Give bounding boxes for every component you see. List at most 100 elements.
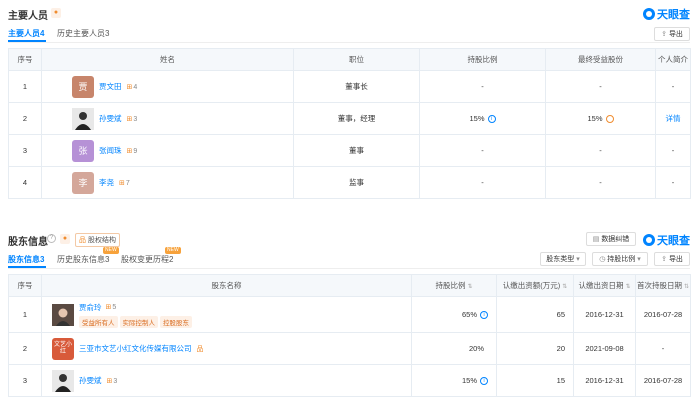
sort-icon: ⇅ (467, 284, 473, 290)
company-count: 7 (125, 179, 130, 187)
structure-icon[interactable]: 品 (197, 344, 204, 354)
ratio: 20% (411, 332, 497, 365)
row-index: 2 (8, 332, 42, 365)
export-button[interactable]: ⇪ 导出 (654, 252, 690, 266)
table-header-row: 序号 姓名 职位 持股比例 最终受益股份 个人简介 (8, 48, 691, 71)
company-count-tag[interactable]: ⊞5 (106, 303, 117, 311)
company-count-tag[interactable]: ⊞7 (119, 179, 130, 187)
structure-label: 股权结构 (87, 237, 116, 244)
company-count-icon: ⊞ (126, 83, 133, 91)
table-row: 3 张 张闻珠 ⊞9 董事 - - - (8, 134, 691, 167)
logo-text: 天眼查 (657, 235, 690, 247)
export-button[interactable]: ⇪ 导出 (654, 27, 690, 41)
tab-history-shareholders[interactable]: 历史股东信息3 (57, 254, 109, 265)
benefit-chain-icon[interactable] (605, 115, 614, 123)
export-label: 导出 (668, 31, 683, 38)
company-count-tag[interactable]: ⊞9 (127, 147, 138, 155)
person-name-link[interactable]: 贾文田 (99, 81, 122, 92)
sort-icon: ⇅ (562, 284, 568, 290)
tag-beneficiary[interactable]: 受益所有人 (79, 315, 118, 328)
row-index: 4 (8, 166, 42, 199)
tab-label: 主要人员 (8, 29, 40, 38)
first-hold-date: 2016-07-28 (635, 296, 691, 333)
company-count-icon: ⊞ (105, 304, 112, 311)
person-name-link[interactable]: 孙雯斌 (99, 113, 122, 124)
sort-icon: ⇅ (683, 284, 690, 290)
tab-count: 2 (169, 255, 174, 264)
col-first-date-label: 首次持股日期 (636, 281, 682, 290)
data-error-button[interactable]: ▤ 数据纠错 (586, 232, 636, 246)
company-count-icon: ⊞ (126, 115, 133, 123)
avatar[interactable] (52, 303, 74, 326)
col-amount[interactable]: 认缴出资额(万元) ⇅ (496, 274, 574, 297)
col-first-date[interactable]: 首次持股日期 ⇅ (635, 274, 691, 297)
intro: - (655, 166, 691, 199)
avatar[interactable] (72, 107, 94, 130)
ratio: - (419, 166, 546, 199)
col-position: 职位 (293, 48, 420, 71)
ratio-detail-icon[interactable]: i (480, 377, 488, 385)
table-row: 1 贾俞玲 ⊞5 受益所有人 实际控制人 控股股东 65% i 65 2016-… (8, 296, 691, 333)
person-name-link[interactable]: 张闻珠 (99, 145, 122, 156)
row-index: 3 (8, 134, 42, 167)
bell-icon[interactable]: ● (60, 234, 70, 244)
col-index: 序号 (8, 48, 42, 71)
table-row: 3 孙雯斌 ⊞3 15% i 15 2016-12-31 2016-07-28 (8, 364, 691, 397)
logo-text: 天眼查 (657, 9, 690, 21)
tab-main-people[interactable]: 主要人员4 (8, 28, 44, 39)
table-row: 2 文艺小红 三亚市文艺小红文化传媒有限公司 品 20% 20 2021-09-… (8, 332, 691, 365)
tab-shareholders[interactable]: 股东信息3 (8, 254, 44, 265)
ratio-filter-dropdown[interactable]: ◷ 持股比例 ▾ (592, 252, 648, 266)
col-ratio: 持股比例 (419, 48, 546, 71)
shareholder-name-link[interactable]: 贾俞玲 (79, 302, 102, 313)
ratio: 65% (461, 309, 477, 319)
tab-equity-history[interactable]: 股权变更历程2 (121, 254, 173, 265)
col-date[interactable]: 认缴出资日期 ⇅ (573, 274, 636, 297)
col-ratio[interactable]: 持股比例 ⇅ (411, 274, 497, 297)
intro: - (655, 134, 691, 167)
tab-label: 股权变更历程 (121, 255, 169, 264)
main-people-table: 序号 姓名 职位 持股比例 最终受益股份 个人简介 1 贾 贾文田 ⊞4 董事长… (8, 48, 691, 199)
tianyancha-logo: 天眼查 (643, 6, 690, 22)
intro-detail-link[interactable]: 详情 (666, 114, 681, 123)
help-icon[interactable]: ? (47, 234, 56, 243)
section-title-main-people: 主要人员 (8, 11, 48, 22)
ratio-detail-icon[interactable]: i (487, 115, 496, 123)
row-index: 1 (8, 296, 42, 333)
shareholder-name-link[interactable]: 三亚市文艺小红文化传媒有限公司 (79, 343, 192, 354)
first-hold-date: - (635, 332, 691, 365)
equity-structure-button[interactable]: 品 股权结构 (75, 233, 120, 247)
avatar[interactable]: 贾 (72, 75, 94, 98)
row-index: 2 (8, 102, 42, 135)
company-count-tag[interactable]: ⊞4 (127, 83, 138, 91)
tab-label: 历史主要人员 (57, 29, 105, 38)
company-count-tag[interactable]: ⊞3 (107, 377, 118, 385)
avatar[interactable] (52, 369, 74, 392)
shareholder-name-link[interactable]: 孙雯斌 (79, 375, 102, 386)
shareholders-table: 序号 股东名称 持股比例 ⇅ 认缴出资额(万元) ⇅ 认缴出资日期 ⇅ 首次持股日期 ⇅… (8, 274, 691, 397)
tag-actual-controller[interactable]: 实际控制人 (119, 315, 158, 328)
ratio-detail-icon[interactable]: i (480, 311, 488, 319)
person-name-link[interactable]: 李尧 (99, 177, 114, 188)
shareholder-type-dropdown[interactable]: 股东类型 ▾ (540, 252, 586, 266)
avatar[interactable]: 张 (72, 139, 94, 162)
tab-history-people[interactable]: 历史主要人员3 (57, 28, 109, 39)
shareholder-type-label: 股东类型 (546, 256, 575, 263)
divider (8, 42, 690, 43)
sort-icon: ⇅ (625, 284, 631, 290)
company-count-tag[interactable]: ⊞3 (127, 115, 138, 123)
company-logo[interactable]: 文艺小红 (52, 337, 74, 360)
col-benefit: 最终受益股份 (545, 48, 656, 71)
avatar[interactable]: 李 (72, 171, 94, 194)
bell-icon[interactable]: ● (51, 8, 61, 18)
col-name: 姓名 (41, 48, 294, 71)
benefit: 15% (587, 113, 603, 123)
tab-count: 3 (40, 255, 45, 264)
company-count-icon: ⊞ (119, 179, 125, 187)
col-index: 序号 (8, 274, 42, 297)
export-label: 导出 (668, 256, 683, 263)
amount: 20 (496, 332, 574, 365)
row-index: 3 (8, 364, 42, 397)
company-count: 5 (112, 304, 117, 311)
ratio-cell: 65% i (411, 296, 497, 333)
